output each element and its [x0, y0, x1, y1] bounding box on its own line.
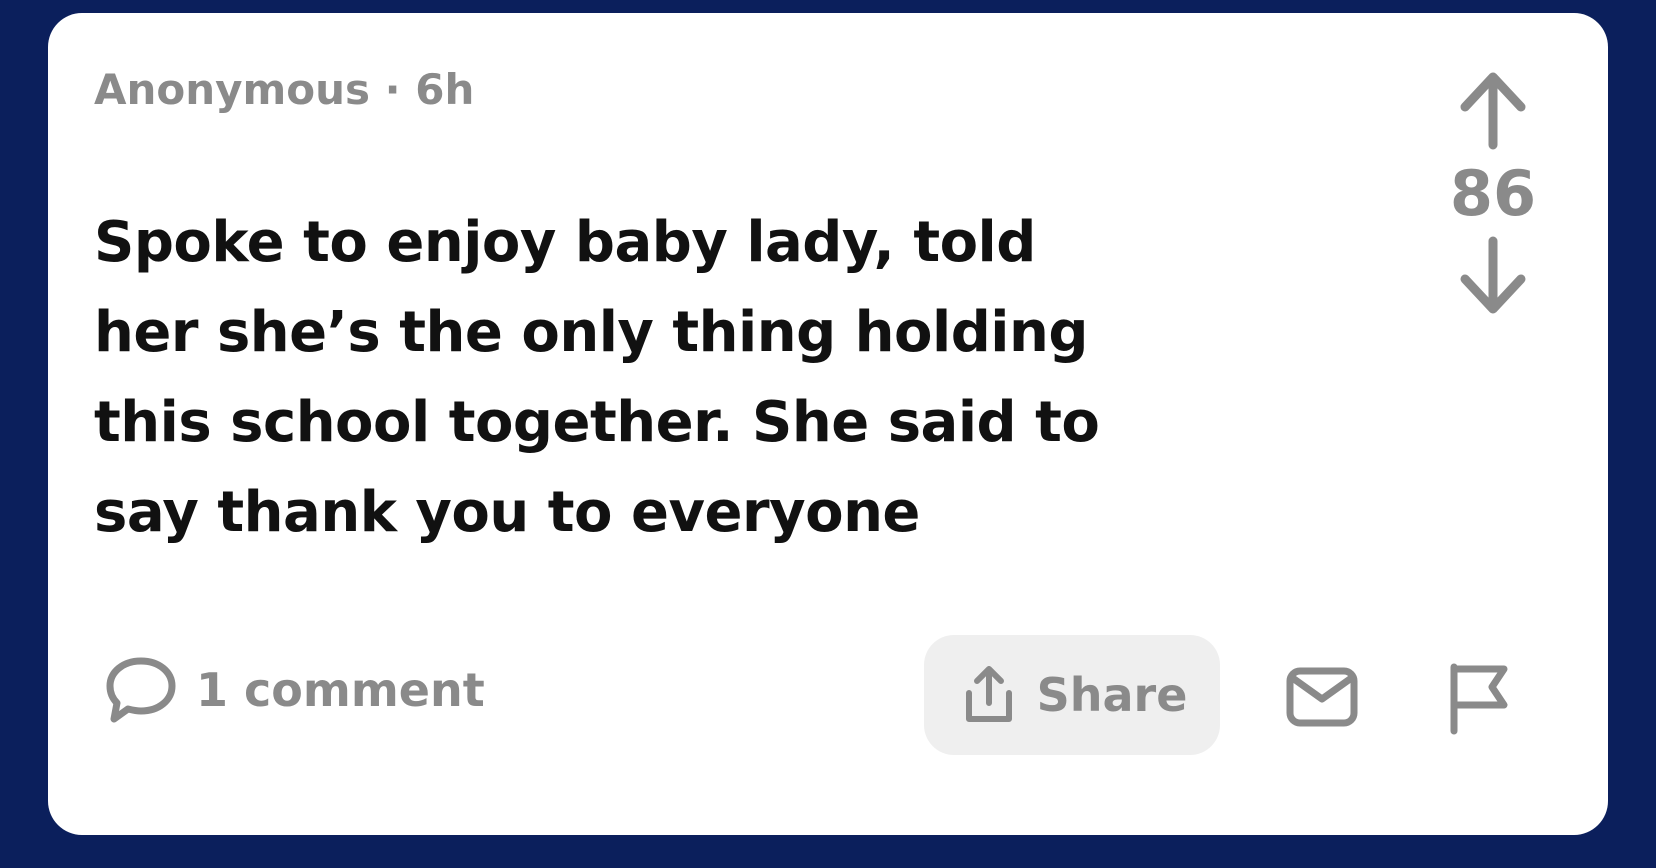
share-label: Share	[1036, 668, 1188, 722]
share-upload-icon	[965, 666, 1012, 722]
post-body: Spoke to enjoy baby lady, told her she’s…	[94, 210, 1100, 545]
comments-button[interactable]: 1 comment	[104, 635, 485, 745]
comments-count-label: 1 comment	[196, 663, 485, 717]
vote-panel: 86	[1438, 65, 1548, 321]
flag-icon[interactable]	[1440, 659, 1516, 735]
post-actions: 1 comment Share	[48, 635, 1608, 835]
post-meta: Anonymous · 6h	[94, 65, 475, 114]
speech-bubble-icon	[106, 657, 176, 723]
arrow-up-icon[interactable]	[1453, 65, 1533, 155]
share-button[interactable]: Share	[924, 635, 1220, 755]
envelope-icon[interactable]	[1284, 659, 1360, 735]
vote-count: 86	[1449, 157, 1537, 230]
post-card: Anonymous · 6h Spoke to enjoy baby lady,…	[48, 13, 1608, 835]
arrow-down-icon[interactable]	[1453, 231, 1533, 321]
